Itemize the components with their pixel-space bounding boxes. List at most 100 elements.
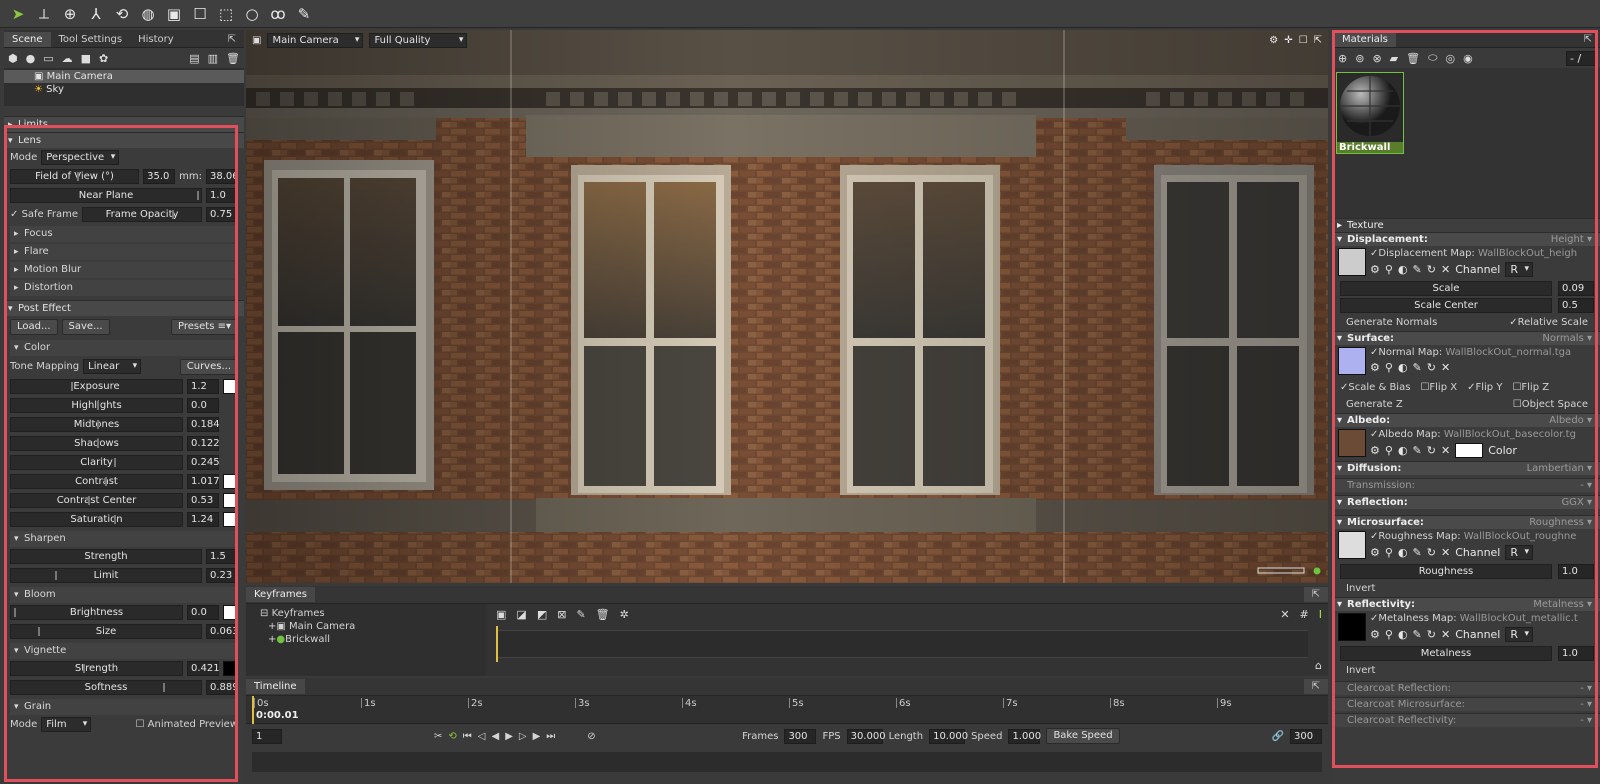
axes-gizmo-icon[interactable]: ⅄ (84, 3, 108, 25)
section-microsurface[interactable]: Microsurface: Roughness ▾ (1334, 515, 1600, 530)
albedo-thumb[interactable] (1338, 429, 1366, 457)
move-view-icon[interactable]: ✛ (1284, 35, 1292, 46)
color-value-input[interactable]: 1.24 (187, 512, 219, 527)
color-value-input[interactable]: 0.53 (187, 493, 219, 508)
popout-icon[interactable]: ⇱ (1303, 679, 1328, 694)
displacement-map-file[interactable]: WallBlockOut_heigh (1478, 248, 1577, 259)
bloom-size-slider[interactable]: Size (10, 624, 202, 639)
paint-brush-icon[interactable]: ✎ (292, 3, 316, 25)
object-space-checkbox[interactable]: ☐Object Space (1513, 399, 1588, 410)
safe-frame-checkbox[interactable]: ✓ Safe Frame (10, 209, 78, 220)
add-mesh-icon[interactable]: ■ (81, 52, 91, 65)
folder-icon[interactable]: ▰ (1390, 52, 1398, 65)
add-object-icon[interactable]: ⬢ (8, 52, 18, 65)
color-value-input[interactable]: 0.122 (187, 436, 220, 451)
section-texture[interactable]: Texture (1334, 218, 1600, 233)
timeline-ruler[interactable]: 0s 1s 2s 3s 4s 5s 6s 7s 8s 9s 0:00.01 (246, 696, 1328, 724)
relative-scale-checkbox[interactable]: ✓Relative Scale (1509, 317, 1588, 328)
section-transmission[interactable]: Transmission: - ▾ (1334, 478, 1600, 492)
metalness-slider[interactable]: Metalness (1340, 646, 1552, 661)
metalness-invert-checkbox[interactable]: Invert (1334, 662, 1600, 679)
key-graph-icon[interactable]: ✲ (620, 608, 629, 621)
color-slider[interactable]: Shadows (10, 436, 183, 451)
curves-button[interactable]: Curves... (179, 358, 238, 375)
timeline-playhead[interactable] (252, 696, 254, 724)
generate-normals-checkbox[interactable]: Generate Normals (1346, 317, 1437, 328)
bloom-brightness-slider[interactable]: Brightness (10, 605, 183, 620)
search-icon[interactable]: ⚲ (1385, 263, 1393, 276)
tree-item-sky[interactable]: ☀ Sky (4, 83, 244, 96)
export-icon[interactable]: ▥ (208, 52, 218, 65)
frame-input[interactable]: 1 (252, 728, 282, 744)
step-back-icon[interactable]: ◀ (491, 731, 499, 742)
playhead-icon[interactable]: I (1319, 608, 1322, 621)
scale-slider[interactable]: Scale (1340, 281, 1552, 296)
tab-tool-settings[interactable]: Tool Settings (51, 32, 131, 47)
delete-icon[interactable]: 🗑 (226, 52, 240, 65)
vignette-strength-slider[interactable]: Strength (10, 661, 183, 676)
color-value-input[interactable]: 1.017 (187, 474, 220, 489)
home-icon[interactable]: ⌂ (1315, 659, 1322, 672)
search-icon[interactable]: ⚲ (1385, 628, 1393, 641)
roughness-input[interactable]: 1.0 (1558, 564, 1594, 579)
add-light-icon[interactable]: ● (26, 52, 36, 65)
flip-y-checkbox[interactable]: ✓Flip Y (1467, 382, 1502, 393)
gear-icon[interactable]: ⚙ (1370, 361, 1380, 374)
microsurface-mode-select[interactable]: Roughness ▾ (1529, 516, 1592, 529)
material-counter[interactable]: - / (1566, 50, 1596, 66)
section-clearcoat-reflectivity[interactable]: Clearcoat Reflectivity: - ▾ (1334, 713, 1600, 727)
color-value-input[interactable]: 0.0 (187, 398, 219, 413)
color-picker-icon[interactable]: ◐ (1398, 444, 1408, 457)
clearcoat-reflectivity-select[interactable]: - ▾ (1580, 714, 1592, 727)
flip-z-checkbox[interactable]: ☐Flip Z (1512, 382, 1549, 393)
frame-view-icon[interactable]: ☐ (1299, 35, 1308, 46)
delete-icon[interactable]: 🗑 (1406, 52, 1420, 65)
grid-hash-icon[interactable]: # (1300, 608, 1309, 621)
viewport[interactable]: ▣ Main Camera Full Quality ⚙ ✛ ☐ ⇱ (246, 30, 1328, 583)
reflectivity-mode-select[interactable]: Metalness ▾ (1533, 598, 1592, 611)
color-swatch[interactable] (223, 493, 238, 508)
bloom-size-input[interactable]: 0.063 (206, 624, 239, 639)
camera-select[interactable]: Main Camera (267, 32, 364, 48)
frame-opacity-slider[interactable]: Frame Opacity (82, 207, 202, 222)
near-plane-input[interactable]: 1.0 (206, 188, 238, 203)
play-icon[interactable]: ▶ (505, 731, 513, 742)
color-slider[interactable]: Contrast (10, 474, 183, 489)
dashed-rect-icon[interactable]: ⬚ (214, 3, 238, 25)
search-icon[interactable]: ⚲ (1385, 361, 1393, 374)
color-picker-icon[interactable]: ◐ (1398, 628, 1408, 641)
scale-input[interactable]: 0.09 (1558, 281, 1594, 296)
color-value-input[interactable]: 1.2 (187, 379, 219, 394)
section-clearcoat-reflection[interactable]: Clearcoat Reflection: - ▾ (1334, 681, 1600, 695)
reload-icon[interactable]: ↻ (1427, 444, 1436, 457)
bloom-brightness-input[interactable]: 0.0 (187, 605, 219, 620)
color-swatch[interactable] (223, 512, 238, 527)
checker-icon[interactable]: ⊗ (1372, 52, 1381, 65)
cut-icon[interactable]: ✂ (434, 731, 442, 742)
roughness-thumb[interactable] (1338, 531, 1366, 559)
section-limits[interactable]: Limits (4, 116, 244, 133)
rotate-gizmo-icon[interactable]: ⟲ (110, 3, 134, 25)
metalness-thumb[interactable] (1338, 613, 1366, 641)
albedo-color-swatch[interactable] (1455, 443, 1484, 458)
roughness-invert-checkbox[interactable]: Invert (1334, 580, 1600, 597)
presets-button[interactable]: Presets ≡▾ (171, 319, 238, 335)
section-albedo[interactable]: Albedo: Albedo ▾ (1334, 413, 1600, 428)
color-value-input[interactable]: 0.245 (187, 455, 220, 470)
section-reflection[interactable]: Reflection: GGX ▾ (1334, 495, 1600, 510)
displacement-mode-select[interactable]: Height ▾ (1551, 233, 1592, 246)
tab-keyframes[interactable]: Keyframes (246, 587, 315, 602)
keyframe-track[interactable]: ▣ ◪ ◩ ⊠ ✎ 🗑 ✲ ✕ # I ⌂ (486, 604, 1328, 676)
tab-materials[interactable]: Materials (1334, 32, 1396, 47)
gear-icon[interactable]: ⚙ (1370, 628, 1380, 641)
color-picker-icon[interactable]: ◐ (1398, 263, 1408, 276)
grain-mode-select[interactable]: Film (41, 717, 92, 732)
quality-select[interactable]: Full Quality (369, 32, 468, 48)
key-add-icon[interactable]: ▣ (496, 608, 506, 621)
fov-slider[interactable]: Field of View (°) (10, 169, 140, 184)
apply-icon[interactable]: ◎ (1446, 52, 1456, 65)
bake-speed-button[interactable]: Bake Speed (1046, 728, 1120, 744)
scale-bias-checkbox[interactable]: ✓Scale & Bias (1340, 382, 1410, 393)
tab-timeline[interactable]: Timeline (246, 679, 305, 694)
edit-icon[interactable]: ✎ (1413, 263, 1422, 276)
